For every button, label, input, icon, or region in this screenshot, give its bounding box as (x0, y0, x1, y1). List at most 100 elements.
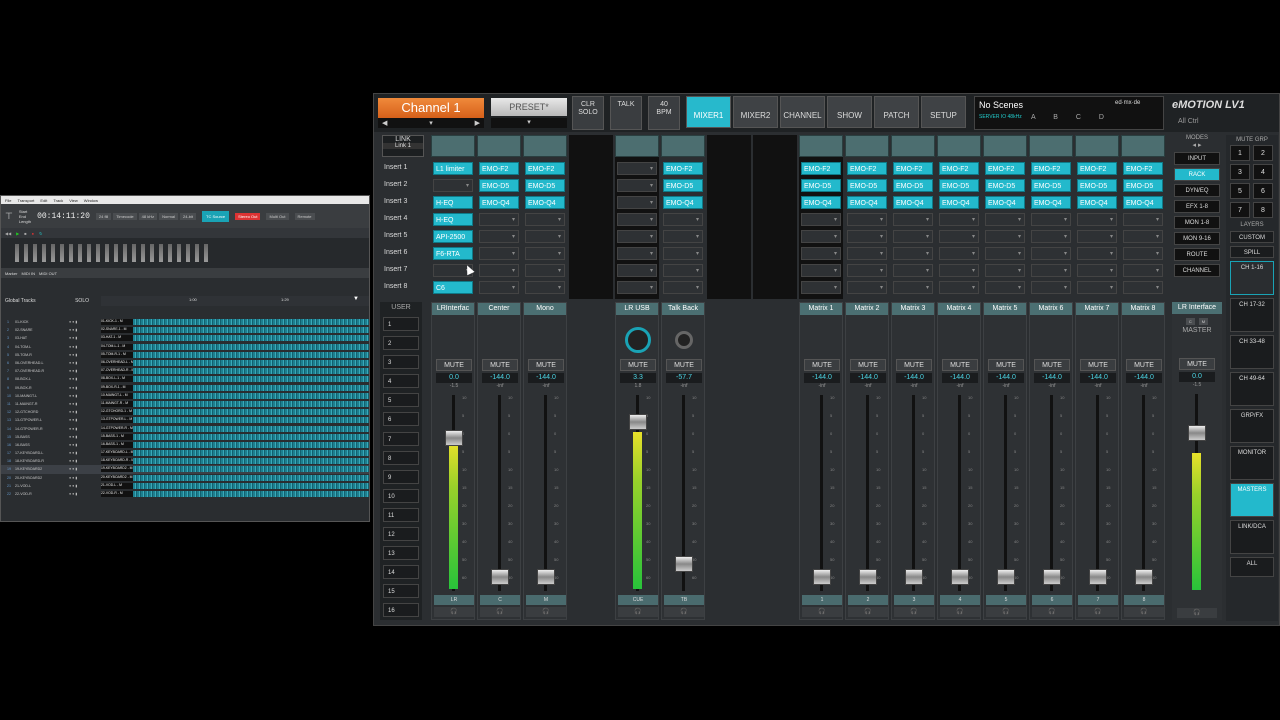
layer-ch-49-64[interactable]: CH 49-64 (1230, 372, 1274, 406)
fader-cap[interactable] (1135, 569, 1153, 586)
waveform[interactable] (133, 417, 369, 424)
table-row[interactable]: 21 21-VOD-L ● ● ▮ 21-VOD-L - M (1, 482, 369, 490)
waveform[interactable] (133, 327, 369, 334)
insert-slot[interactable] (1123, 264, 1163, 278)
master-fader-cap[interactable] (1188, 425, 1206, 442)
channel-name[interactable]: LRInterfac (432, 303, 474, 315)
user-button[interactable]: 7 (383, 431, 419, 446)
channel-label[interactable]: M (526, 595, 566, 605)
insert-slot[interactable]: EMO-D5 (939, 179, 979, 192)
channel-name[interactable]: Center (478, 303, 520, 315)
channel-label[interactable]: CUE (618, 595, 658, 605)
fader-cap[interactable] (813, 569, 831, 586)
rewind-icon[interactable]: ◀◀ (5, 231, 11, 236)
mode-route[interactable]: ROUTE (1174, 248, 1220, 261)
tab-mixer1[interactable]: MIXER1 (686, 96, 731, 128)
insert-slot[interactable] (985, 247, 1025, 261)
waveform[interactable] (133, 400, 369, 407)
insert-slot[interactable] (939, 264, 979, 278)
fader-cap[interactable] (629, 414, 647, 431)
record-icon[interactable]: ● (32, 231, 34, 236)
table-row[interactable]: 2 02-SNARE ● ● ▮ 02-SNARE-1 - M (1, 326, 369, 334)
mute-group-button[interactable]: 2 (1253, 145, 1273, 161)
insert-slot[interactable] (985, 264, 1025, 278)
layer-link-dca[interactable]: LINK/DCA (1230, 520, 1274, 554)
channel-label[interactable]: 2 (848, 595, 888, 605)
headphone-icon[interactable]: 🎧 (1177, 608, 1217, 618)
fader-track[interactable] (544, 395, 547, 591)
daw-info-box[interactable]: Normal (159, 212, 178, 220)
headphone-icon[interactable]: 🎧 (802, 607, 842, 617)
track-controls-icon[interactable]: ● ● ▮ (69, 328, 101, 332)
insert-slot[interactable] (1077, 247, 1117, 261)
channel-name[interactable]: Matrix 1 (800, 303, 842, 315)
mute-button[interactable]: MUTE (896, 359, 932, 371)
mono-button[interactable]: M (1198, 318, 1209, 325)
user-button[interactable]: 2 (383, 336, 419, 351)
track-controls-icon[interactable]: ● ● ▮ (69, 336, 101, 340)
layer-ch-17-32[interactable]: CH 17-32 (1230, 298, 1274, 332)
insert-slot[interactable]: EMO-Q4 (1123, 196, 1163, 209)
insert-slot[interactable] (985, 281, 1025, 295)
channel-name[interactable]: Matrix 4 (938, 303, 980, 315)
insert-slot[interactable]: EMO-Q4 (1031, 196, 1071, 209)
daw-menu-item[interactable]: View (69, 198, 78, 203)
table-row[interactable]: 1 01-KICK ● ● ▮ 01-KICK-1 - M (1, 318, 369, 326)
layer-masters[interactable]: MASTERS (1230, 483, 1274, 517)
scenes-panel[interactable]: No Scenes SERVER IO 48kHz A B C D ed·mx·… (974, 96, 1164, 130)
mute-button[interactable]: MUTE (620, 359, 656, 371)
mute-button[interactable]: MUTE (482, 359, 518, 371)
mute-button[interactable]: MUTE (1034, 359, 1070, 371)
insert-slot[interactable] (663, 281, 703, 295)
channel-name[interactable]: Talk Back (662, 303, 704, 315)
track-controls-icon[interactable]: ● ● ▮ (69, 369, 101, 373)
stop-icon[interactable]: ■ (24, 231, 26, 236)
mode-input[interactable]: INPUT (1174, 152, 1220, 165)
mode-dyn-eq[interactable]: DYN/EQ (1174, 184, 1220, 197)
insert-slot[interactable] (939, 281, 979, 295)
channel-name[interactable]: Matrix 5 (984, 303, 1026, 315)
insert-slot[interactable] (801, 264, 841, 278)
clear-solo-button[interactable]: CLR SOLO (572, 96, 604, 130)
insert-slot[interactable]: EMO-F2 (525, 162, 565, 175)
headphone-icon[interactable]: 🎧 (1032, 607, 1072, 617)
tab-show[interactable]: SHOW (827, 96, 872, 128)
gain-knob[interactable] (675, 331, 693, 349)
fader-cap[interactable] (997, 569, 1015, 586)
table-row[interactable]: 10 10-MAINGT-L ● ● ▮ 10-MAINGT-L - M (1, 392, 369, 400)
fader-cap[interactable] (905, 569, 923, 586)
insert-slot[interactable]: EMO-D5 (1123, 179, 1163, 192)
table-row[interactable]: 7 07-OVERHEAD-R ● ● ▮ 07-OVERHEAD-R - M (1, 367, 369, 375)
fader-track[interactable] (820, 395, 823, 591)
track-controls-icon[interactable]: ● ● ▮ (69, 394, 101, 398)
insert-slot[interactable] (663, 247, 703, 261)
track-controls-icon[interactable]: ● ● ▮ (69, 320, 101, 324)
insert-slot[interactable] (1077, 213, 1117, 227)
insert-slot[interactable]: EMO-D5 (479, 179, 519, 192)
track-controls-icon[interactable]: ● ● ▮ (69, 443, 101, 447)
fader-cap[interactable] (445, 430, 463, 447)
insert-slot[interactable]: EMO-F2 (893, 162, 933, 175)
fader-track[interactable] (1096, 395, 1099, 591)
daw-info-box[interactable]: 24-bit (180, 212, 197, 220)
insert-slot[interactable] (1123, 281, 1163, 295)
headphone-icon[interactable]: 🎧 (986, 607, 1026, 617)
fader-track[interactable] (1142, 395, 1145, 591)
waveform[interactable] (133, 482, 369, 489)
multi-out-button[interactable]: Multi Out (266, 212, 289, 220)
insert-slot[interactable] (479, 247, 519, 261)
insert-slot[interactable] (939, 247, 979, 261)
daw-menu-item[interactable]: Track (53, 198, 63, 203)
fader-cap[interactable] (951, 569, 969, 586)
channel-label[interactable]: 7 (1078, 595, 1118, 605)
track-controls-icon[interactable]: ● ● ▮ (69, 467, 101, 471)
tab-setup[interactable]: SETUP (921, 96, 966, 128)
daw-marker-item[interactable]: MIDI IN (21, 271, 35, 276)
table-row[interactable]: 13 13-GTPOWER-L ● ● ▮ 13-GTPOWER-L - M (1, 416, 369, 424)
insert-slot[interactable] (525, 213, 565, 227)
track-controls-icon[interactable]: ● ● ▮ (69, 353, 101, 357)
insert-slot[interactable] (479, 230, 519, 244)
insert-slot[interactable] (1031, 213, 1071, 227)
strip-header[interactable] (1121, 135, 1165, 157)
insert-slot[interactable] (1077, 264, 1117, 278)
